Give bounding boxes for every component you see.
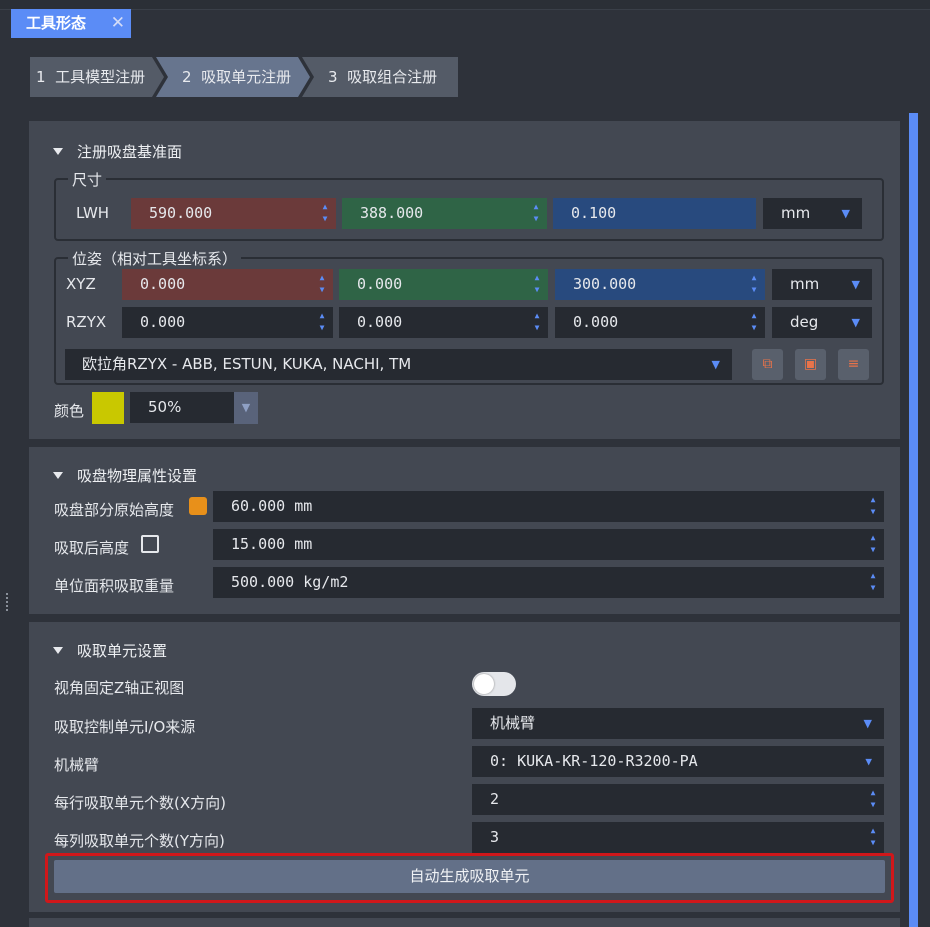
step-3-num: 3 bbox=[328, 68, 338, 86]
step-2[interactable]: 2 吸取单元注册 bbox=[182, 57, 291, 97]
step-1-num: 1 bbox=[36, 68, 46, 86]
chevron-down-icon: ▼ bbox=[841, 207, 850, 220]
collapse-triangle-icon bbox=[53, 472, 63, 479]
weight-per-area-input[interactable]: 500.000 kg/m2 ▲ ▼ bbox=[213, 567, 884, 598]
x-input[interactable]: 0.000 ▲ ▼ bbox=[122, 269, 333, 300]
physical-properties-header[interactable]: 吸盘物理属性设置 bbox=[53, 465, 197, 486]
z-input[interactable]: 300.000 ▲ ▼ bbox=[555, 269, 765, 300]
spin-arrows-icon[interactable]: ▲ ▼ bbox=[749, 310, 759, 334]
spin-arrows-icon[interactable]: ▲ ▼ bbox=[531, 201, 541, 225]
opacity-input[interactable]: 50% bbox=[130, 392, 234, 423]
rzyx-label: RZYX bbox=[66, 313, 107, 331]
color-swatch[interactable] bbox=[92, 392, 124, 424]
per-row-input[interactable]: 2 ▲ ▼ bbox=[472, 784, 884, 815]
pose-group-label: 位姿（相对工具坐标系） bbox=[68, 248, 242, 269]
arm-label: 机械臂 bbox=[54, 756, 100, 774]
after-height-label: 吸取后高度 bbox=[54, 539, 130, 557]
section-title: 吸取单元设置 bbox=[77, 642, 168, 660]
per-col-input[interactable]: 3 ▲ ▼ bbox=[472, 822, 884, 853]
spin-arrows-icon[interactable]: ▲ ▼ bbox=[868, 494, 878, 518]
step-2-label: 吸取单元注册 bbox=[201, 68, 292, 86]
euler-convention-select[interactable]: 欧拉角RZYX - ABB, ESTUN, KUKA, NACHI, TM ▼ bbox=[65, 349, 732, 380]
copy-icon[interactable]: ⧉ bbox=[752, 349, 783, 380]
scrollbar[interactable] bbox=[909, 113, 918, 927]
chevron-down-icon: ▼ bbox=[865, 755, 872, 768]
per-row-label: 每行吸取单元个数(X方向) bbox=[54, 794, 226, 812]
step-3[interactable]: 3 吸取组合注册 bbox=[328, 57, 437, 97]
chevron-down-icon: ▼ bbox=[851, 316, 860, 329]
per-col-label: 每列吸取单元个数(Y方向) bbox=[54, 832, 225, 850]
splitter-handle[interactable] bbox=[6, 593, 8, 611]
tab-title: 工具形态 bbox=[26, 14, 87, 32]
spin-arrows-icon[interactable]: ▲ ▼ bbox=[317, 310, 327, 334]
ry-input[interactable]: 0.000 ▲ ▼ bbox=[339, 307, 548, 338]
window-top-border bbox=[0, 0, 930, 10]
spin-arrows-icon[interactable]: ▲ ▼ bbox=[317, 272, 327, 296]
xyz-label: XYZ bbox=[66, 275, 96, 293]
step-1-label: 工具模型注册 bbox=[55, 68, 146, 86]
collapse-triangle-icon bbox=[53, 148, 63, 155]
io-source-label: 吸取控制单元I/O来源 bbox=[54, 718, 196, 736]
spin-arrows-icon[interactable]: ▲ ▼ bbox=[868, 825, 878, 849]
step-3-label: 吸取组合注册 bbox=[347, 68, 438, 86]
next-panel-edge bbox=[29, 918, 900, 927]
tab-tool-shape[interactable]: 工具形态 ✕ bbox=[11, 9, 131, 38]
width-input[interactable]: 388.000 ▲ ▼ bbox=[342, 198, 547, 229]
chevron-down-icon: ▼ bbox=[863, 717, 872, 730]
menu-icon[interactable]: ≡ bbox=[838, 349, 869, 380]
orig-height-input[interactable]: 60.000 mm ▲ ▼ bbox=[213, 491, 884, 522]
step-2-num: 2 bbox=[182, 68, 192, 86]
io-source-select[interactable]: 机械臂 ▼ bbox=[472, 708, 884, 739]
fixed-view-toggle[interactable] bbox=[472, 672, 516, 696]
rzyx-unit-select[interactable]: deg ▼ bbox=[772, 307, 872, 338]
opacity-dropdown-chevron-icon[interactable]: ▼ bbox=[234, 392, 258, 424]
after-height-input[interactable]: 15.000 mm ▲ ▼ bbox=[213, 529, 884, 560]
chevron-down-icon: ▼ bbox=[711, 358, 720, 371]
lwh-unit-select[interactable]: mm ▼ bbox=[763, 198, 862, 229]
collapse-triangle-icon bbox=[53, 647, 63, 654]
paste-icon[interactable]: ▣ bbox=[795, 349, 826, 380]
height-input[interactable]: 0.100 bbox=[553, 198, 756, 229]
section-title: 注册吸盘基准面 bbox=[77, 143, 183, 161]
length-input[interactable]: 590.000 ▲ ▼ bbox=[131, 198, 336, 229]
chevron-down-icon: ▼ bbox=[851, 278, 860, 291]
color-label: 颜色 bbox=[54, 402, 85, 420]
rx-input[interactable]: 0.000 ▲ ▼ bbox=[555, 307, 765, 338]
spin-arrows-icon[interactable]: ▲ ▼ bbox=[868, 532, 878, 556]
spin-arrows-icon[interactable]: ▲ ▼ bbox=[749, 272, 759, 296]
spin-arrows-icon[interactable]: ▲ ▼ bbox=[868, 787, 878, 811]
xyz-unit-select[interactable]: mm ▼ bbox=[772, 269, 872, 300]
after-height-checkbox[interactable] bbox=[141, 535, 159, 553]
suction-unit-header[interactable]: 吸取单元设置 bbox=[53, 640, 167, 661]
section-title: 吸盘物理属性设置 bbox=[77, 467, 198, 485]
y-input[interactable]: 0.000 ▲ ▼ bbox=[339, 269, 548, 300]
generate-units-button[interactable]: 自动生成吸取单元 bbox=[54, 860, 885, 893]
step-1[interactable]: 1 工具模型注册 bbox=[36, 57, 145, 97]
spin-arrows-icon[interactable]: ▲ ▼ bbox=[868, 570, 878, 594]
rz-input[interactable]: 0.000 ▲ ▼ bbox=[122, 307, 333, 338]
spin-arrows-icon[interactable]: ▲ ▼ bbox=[532, 272, 542, 296]
spin-arrows-icon[interactable]: ▲ ▼ bbox=[532, 310, 542, 334]
size-group-label: 尺寸 bbox=[68, 169, 107, 190]
orig-height-label: 吸盘部分原始高度 bbox=[54, 501, 175, 519]
arm-select[interactable]: 0: KUKA-KR-120-R3200-PA ▼ bbox=[472, 746, 884, 777]
lwh-label: LWH bbox=[76, 204, 110, 222]
reference-plane-header[interactable]: 注册吸盘基准面 bbox=[53, 141, 182, 162]
orig-height-checkbox[interactable] bbox=[189, 497, 207, 515]
spin-arrows-icon[interactable]: ▲ ▼ bbox=[320, 201, 330, 225]
fixed-view-label: 视角固定Z轴正视图 bbox=[54, 679, 185, 697]
weight-per-area-label: 单位面积吸取重量 bbox=[54, 577, 175, 595]
close-icon[interactable]: ✕ bbox=[111, 9, 125, 38]
